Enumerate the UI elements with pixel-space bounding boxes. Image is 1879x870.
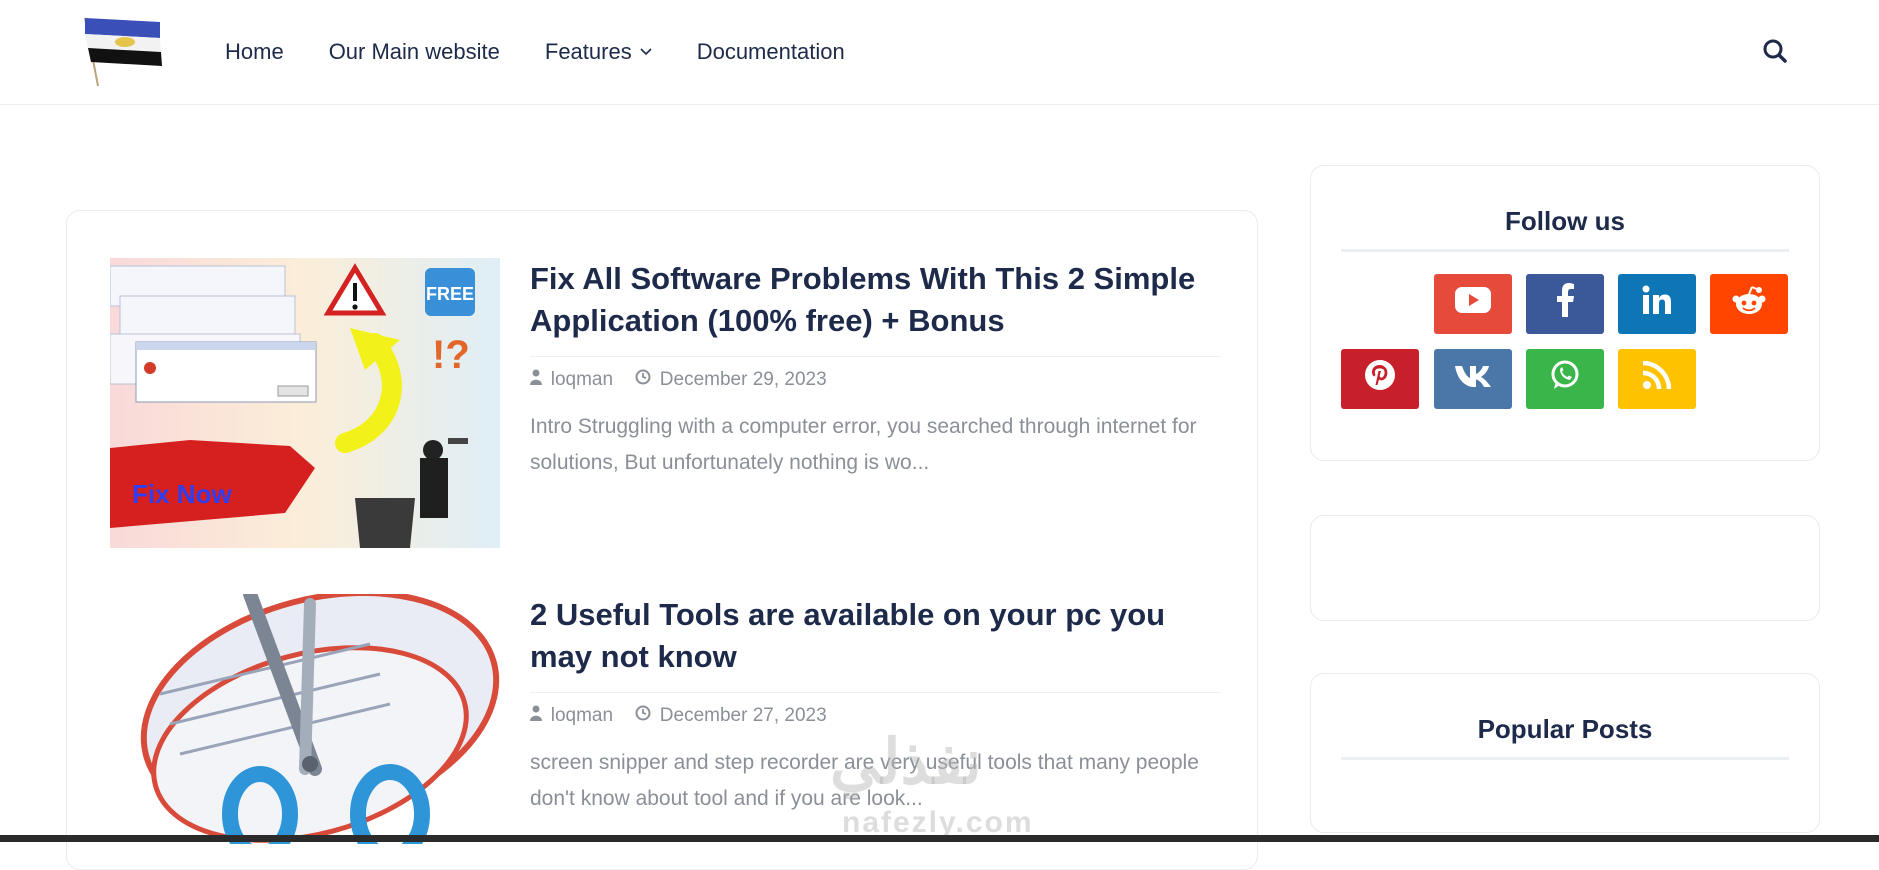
post-thumbnail[interactable]: [110, 594, 500, 844]
follow-us-title: Follow us: [1505, 206, 1625, 236]
vk-button[interactable]: [1434, 349, 1512, 409]
facebook-icon: [1555, 283, 1575, 325]
whatsapp-button[interactable]: [1526, 349, 1604, 409]
nav-documentation-label: Documentation: [696, 39, 845, 64]
post-author[interactable]: loqman: [530, 369, 613, 391]
linkedin-icon: [1642, 285, 1672, 323]
post-date: December 27, 2023: [635, 705, 827, 727]
clock-icon: [635, 369, 656, 389]
facebook-button[interactable]: [1526, 274, 1604, 334]
post-snippet: Intro Struggling with a computer error, …: [530, 415, 1197, 474]
post-author[interactable]: loqman: [530, 705, 613, 727]
nav-documentation[interactable]: Documentation: [697, 39, 845, 65]
nav-main-website[interactable]: Our Main website: [329, 39, 500, 65]
popular-posts-widget: Popular Posts: [1310, 673, 1820, 833]
pinterest-icon: [1364, 359, 1396, 399]
empty-widget: [1310, 515, 1820, 621]
post-date-text: December 27, 2023: [659, 705, 827, 726]
chevron-down-icon: [640, 43, 652, 59]
post-meta: loqman December 29, 2023: [530, 356, 1220, 391]
post-thumbnail[interactable]: FREE !? Fix Now: [110, 258, 500, 548]
user-icon: [530, 705, 547, 725]
vk-icon: [1453, 362, 1493, 396]
linkedin-button[interactable]: [1618, 274, 1696, 334]
reddit-icon: [1732, 284, 1766, 324]
youtube-icon: [1455, 287, 1491, 321]
fix-now-text: Fix Now: [132, 479, 232, 509]
nav-features-label: Features: [544, 39, 632, 64]
youtube-button[interactable]: [1434, 274, 1512, 334]
popular-posts-title: Popular Posts: [1477, 714, 1653, 744]
site-header: Home Our Main website Features Documenta…: [0, 0, 1879, 105]
bottom-bar: [0, 835, 1879, 842]
nav-home-label: Home: [225, 39, 284, 64]
reddit-button[interactable]: [1710, 274, 1788, 334]
whatsapp-icon: [1549, 359, 1581, 399]
user-icon: [530, 369, 547, 389]
post-author-name: loqman: [550, 705, 614, 726]
search-icon[interactable]: [1762, 38, 1792, 68]
nav-features[interactable]: Features: [545, 39, 652, 65]
svg-text:!?: !?: [432, 333, 470, 377]
divider: [1341, 757, 1789, 760]
site-logo[interactable]: [82, 16, 162, 88]
post-body: Fix All Software Problems With This 2 Si…: [530, 258, 1220, 481]
clock-icon: [635, 705, 656, 725]
watermark-arabic: نفذلي: [830, 728, 982, 797]
post-title[interactable]: Fix All Software Problems With This 2 Si…: [530, 258, 1220, 342]
nav-home[interactable]: Home: [225, 39, 284, 65]
free-badge-text: FREE: [426, 284, 474, 304]
post-title[interactable]: 2 Useful Tools are available on your pc …: [530, 594, 1220, 678]
rss-icon: [1642, 360, 1672, 397]
follow-us-widget: Follow us: [1310, 165, 1820, 461]
post-author-name: loqman: [550, 369, 614, 390]
post-date: December 29, 2023: [635, 369, 827, 391]
post-meta: loqman December 27, 2023: [530, 692, 1220, 727]
pinterest-button[interactable]: [1341, 349, 1419, 409]
nav-main-website-label: Our Main website: [328, 39, 500, 64]
post-date-text: December 29, 2023: [659, 369, 827, 390]
rss-button[interactable]: [1618, 349, 1696, 409]
divider: [1341, 249, 1789, 252]
main-nav: Home Our Main website Features Documenta…: [225, 0, 845, 104]
